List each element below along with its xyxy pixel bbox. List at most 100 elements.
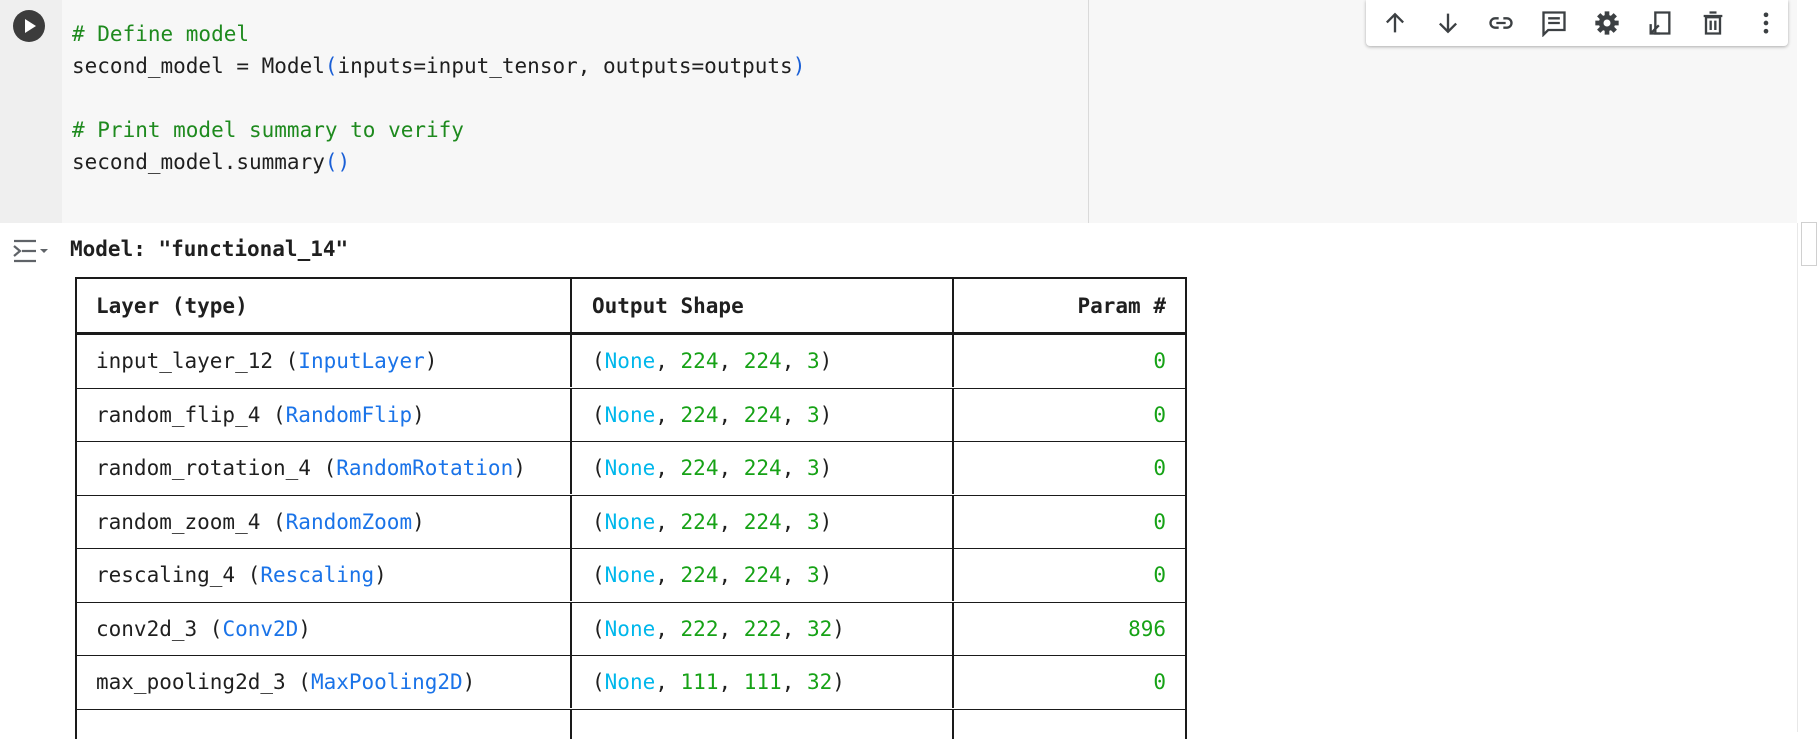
- shape-sep: ,: [655, 403, 681, 427]
- model-title: Model: "functional_14": [70, 237, 349, 261]
- layer-paren: ): [374, 563, 387, 587]
- delete-cell-button[interactable]: [1695, 6, 1731, 40]
- param-count: 0: [1153, 563, 1166, 587]
- param-count: 0: [1153, 403, 1166, 427]
- param-count: 0: [1153, 670, 1166, 694]
- layer-type: RandomZoom: [285, 510, 413, 534]
- shape-sep: ,: [655, 563, 681, 587]
- param-count: 896: [1128, 617, 1166, 641]
- clipped-cell: [77, 710, 572, 739]
- page-scrollbar[interactable]: [1797, 223, 1819, 732]
- table-row: conv2d_3 (Conv2D)(None, 222, 222, 32) 896: [77, 602, 1185, 655]
- shape-paren: ): [832, 617, 845, 641]
- output-shape-cell: (None, 222, 222, 32): [574, 603, 954, 655]
- shape-dim: 32: [807, 670, 833, 694]
- shape-sep: ,: [718, 403, 744, 427]
- layer-name: random_zoom_4 (: [96, 510, 286, 534]
- shape-dim: 111: [743, 670, 782, 694]
- table-row: [77, 709, 1185, 739]
- cell-toolbar: [1366, 0, 1788, 46]
- shape-dim: None: [604, 617, 656, 641]
- arrow-down-icon: [1439, 13, 1457, 34]
- layer-type: RandomRotation: [336, 456, 514, 480]
- shape-sep: ,: [718, 510, 744, 534]
- shape-dim: 224: [743, 456, 782, 480]
- code-ruler-line: [1088, 0, 1089, 223]
- output-toggle-icon[interactable]: [12, 236, 50, 266]
- layer-cell: random_flip_4 (RandomFlip): [77, 389, 572, 441]
- table-row: input_layer_12 (InputLayer)(None, 224, 2…: [77, 334, 1185, 387]
- move-cell-down-button[interactable]: [1430, 6, 1466, 40]
- param-count: 0: [1153, 510, 1166, 534]
- shape-dim: None: [604, 510, 656, 534]
- table-row: random_zoom_4 (RandomZoom)(None, 224, 22…: [77, 495, 1185, 548]
- arrow-up-icon: [1386, 12, 1404, 33]
- shape-dim: 224: [743, 563, 782, 587]
- shape-sep: ,: [655, 510, 681, 534]
- shape-paren: (: [592, 617, 605, 641]
- cell-settings-button[interactable]: [1589, 6, 1625, 40]
- layer-type: InputLayer: [298, 349, 425, 373]
- cell-gutter: [0, 0, 62, 223]
- move-cell-up-button[interactable]: [1377, 6, 1413, 40]
- shape-sep: ,: [718, 563, 744, 587]
- shape-paren: (: [592, 456, 605, 480]
- add-comment-button[interactable]: [1536, 6, 1572, 40]
- shape-sep: ,: [718, 617, 744, 641]
- param-count-cell: 0: [956, 656, 1185, 708]
- shape-dim: 224: [743, 510, 782, 534]
- comment-icon: [1542, 11, 1566, 37]
- shape-sep: ,: [781, 670, 807, 694]
- output-shape-cell: (None, 224, 224, 3): [574, 496, 954, 548]
- shape-dim: 111: [680, 670, 719, 694]
- shape-dim: 224: [680, 510, 719, 534]
- shape-dim: 224: [743, 349, 782, 373]
- param-count-cell: 0: [956, 442, 1185, 494]
- shape-paren: ): [819, 403, 833, 427]
- shape-dim: 3: [807, 510, 820, 534]
- shape-paren: ): [819, 510, 833, 534]
- param-count-cell: 0: [956, 496, 1185, 548]
- layer-name: rescaling_4 (: [96, 563, 261, 587]
- param-count-cell: 0: [956, 389, 1185, 441]
- link-icon: [1489, 17, 1513, 29]
- gear-icon: [1595, 11, 1619, 35]
- column-header-output-shape: Output Shape: [574, 279, 954, 332]
- shape-paren: ): [819, 456, 833, 480]
- output-shape-cell: (None, 224, 224, 3): [574, 442, 954, 494]
- shape-dim: 3: [807, 456, 820, 480]
- mirror-cell-icon: [1649, 11, 1671, 35]
- shape-sep: ,: [781, 510, 807, 534]
- copy-link-button[interactable]: [1483, 6, 1519, 40]
- shape-dim: None: [604, 563, 656, 587]
- shape-sep: ,: [718, 670, 744, 694]
- shape-sep: ,: [781, 456, 807, 480]
- shape-sep: ,: [781, 617, 807, 641]
- shape-sep: ,: [781, 403, 807, 427]
- table-row: random_rotation_4 (RandomRotation)(None,…: [77, 441, 1185, 494]
- shape-dim: None: [604, 456, 656, 480]
- layer-name: random_rotation_4 (: [96, 456, 337, 480]
- layer-cell: input_layer_12 (InputLayer): [77, 335, 572, 387]
- more-actions-button[interactable]: [1748, 6, 1784, 40]
- shape-paren: ): [819, 349, 833, 373]
- output-shape-cell: (None, 224, 224, 3): [574, 335, 954, 387]
- shape-sep: ,: [781, 563, 807, 587]
- scrollbar-thumb[interactable]: [1801, 222, 1817, 266]
- layer-paren: ): [462, 670, 476, 694]
- output-shape-cell: (None, 111, 111, 32): [574, 656, 954, 708]
- code-line-4: # Print model summary to verify: [72, 118, 464, 142]
- table-row: max_pooling2d_3 (MaxPooling2D)(None, 111…: [77, 655, 1185, 708]
- layer-paren: ): [513, 456, 526, 480]
- run-cell-button[interactable]: [13, 10, 45, 42]
- shape-sep: ,: [655, 349, 681, 373]
- param-count: 0: [1153, 456, 1166, 480]
- shape-dim: None: [604, 349, 656, 373]
- shape-paren: ): [832, 670, 845, 694]
- mirror-cell-button[interactable]: [1642, 6, 1678, 40]
- layer-paren: ): [412, 510, 425, 534]
- table-row: rescaling_4 (Rescaling)(None, 224, 224, …: [77, 548, 1185, 601]
- table-header-row: Layer (type) Output Shape Param #: [77, 279, 1185, 334]
- layer-name: conv2d_3 (: [96, 617, 223, 641]
- layer-name: max_pooling2d_3 (: [96, 670, 311, 694]
